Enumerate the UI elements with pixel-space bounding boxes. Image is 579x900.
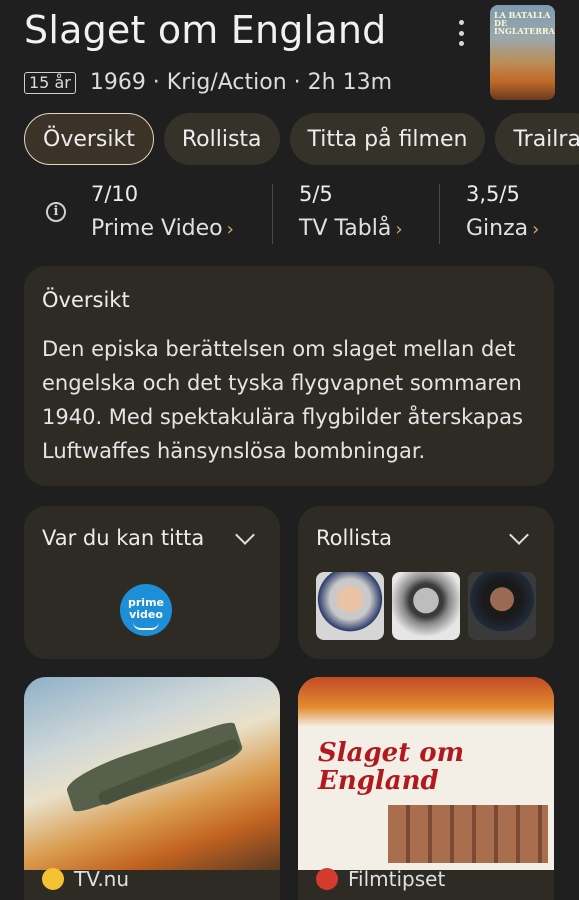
poster-title: Slaget om England (318, 738, 465, 796)
rating-score: 3,5/5 (466, 182, 520, 206)
where-to-watch-card[interactable]: Var du kan titta prime video (24, 506, 280, 659)
movie-title: Slaget om England (24, 8, 387, 52)
movie-info: 1969 · Krig/Action · 2h 13m (89, 70, 392, 95)
actor-photo[interactable] (316, 572, 384, 640)
actor-photo[interactable] (392, 572, 460, 640)
info-icon[interactable]: i (46, 202, 66, 222)
rating-source: Prime Video (91, 216, 223, 241)
overview-text: Den episka berättelsen om slaget mellan … (42, 337, 523, 463)
filmtipset-logo-icon (316, 868, 338, 890)
ratings-row: i 7/10 Prime Video › 5/5 TV Tablå › 3,5/5 … (0, 178, 579, 248)
cast-card[interactable]: Rollista (298, 506, 554, 659)
chevron-right-icon: › (226, 219, 234, 240)
more-options-icon[interactable] (450, 20, 472, 46)
where-to-watch-heading: Var du kan titta (42, 526, 205, 550)
divider (439, 184, 440, 244)
tvnu-logo-icon (42, 868, 64, 890)
overview-heading: Översikt (42, 288, 130, 312)
image-source: Filmtipset (348, 867, 446, 891)
chevron-down-icon[interactable] (235, 525, 255, 545)
poster-top-band (298, 677, 554, 727)
rating-tv-tabla[interactable]: 5/5 TV Tablå › (299, 182, 403, 241)
chevron-right-icon: › (532, 219, 540, 240)
image-card-tvnu[interactable]: TV.nu (24, 677, 280, 900)
cast-heading: Rollista (316, 526, 393, 550)
image-source: TV.nu (74, 867, 130, 891)
tab-titta-pa-filmen[interactable]: Titta på filmen (289, 113, 486, 165)
poster-faces (388, 805, 548, 863)
divider (272, 184, 273, 244)
rating-prime-video[interactable]: 7/10 Prime Video › (91, 182, 234, 241)
rating-ginza[interactable]: 3,5/5 Ginza › (466, 182, 539, 241)
movie-meta: 15 år 1969 · Krig/Action · 2h 13m (24, 70, 392, 95)
overview-card[interactable]: Översikt Den episka berättelsen om slage… (24, 266, 554, 486)
chevron-down-icon[interactable] (509, 525, 529, 545)
rating-score: 5/5 (299, 182, 333, 206)
image-card-filmtipset[interactable]: Slaget om England Filmtipset (298, 677, 554, 900)
poster-thumb-text: LA BATALLA DE INGLATERRA (494, 10, 555, 36)
chevron-right-icon: › (395, 219, 403, 240)
rating-source: TV Tablå (299, 216, 392, 241)
tab-bar: Översikt Rollista Titta på filmen Trailr… (24, 113, 579, 165)
plane-shape (62, 720, 246, 814)
tab-rollista[interactable]: Rollista (163, 113, 280, 165)
tab-trailers[interactable]: Trailra (495, 113, 579, 165)
actor-photo[interactable] (468, 572, 536, 640)
poster-thumbnail[interactable]: LA BATALLA DE INGLATERRA (490, 5, 555, 100)
rating-source: Ginza (466, 216, 529, 241)
movie-still-image (24, 677, 280, 870)
rating-score: 7/10 (91, 182, 139, 206)
movie-poster-image: Slaget om England (298, 677, 554, 870)
tab-oversikt[interactable]: Översikt (24, 113, 154, 165)
prime-video-logo[interactable]: prime video (120, 584, 172, 636)
prime-video-label: prime video (128, 596, 164, 621)
age-rating-badge: 15 år (24, 71, 76, 94)
